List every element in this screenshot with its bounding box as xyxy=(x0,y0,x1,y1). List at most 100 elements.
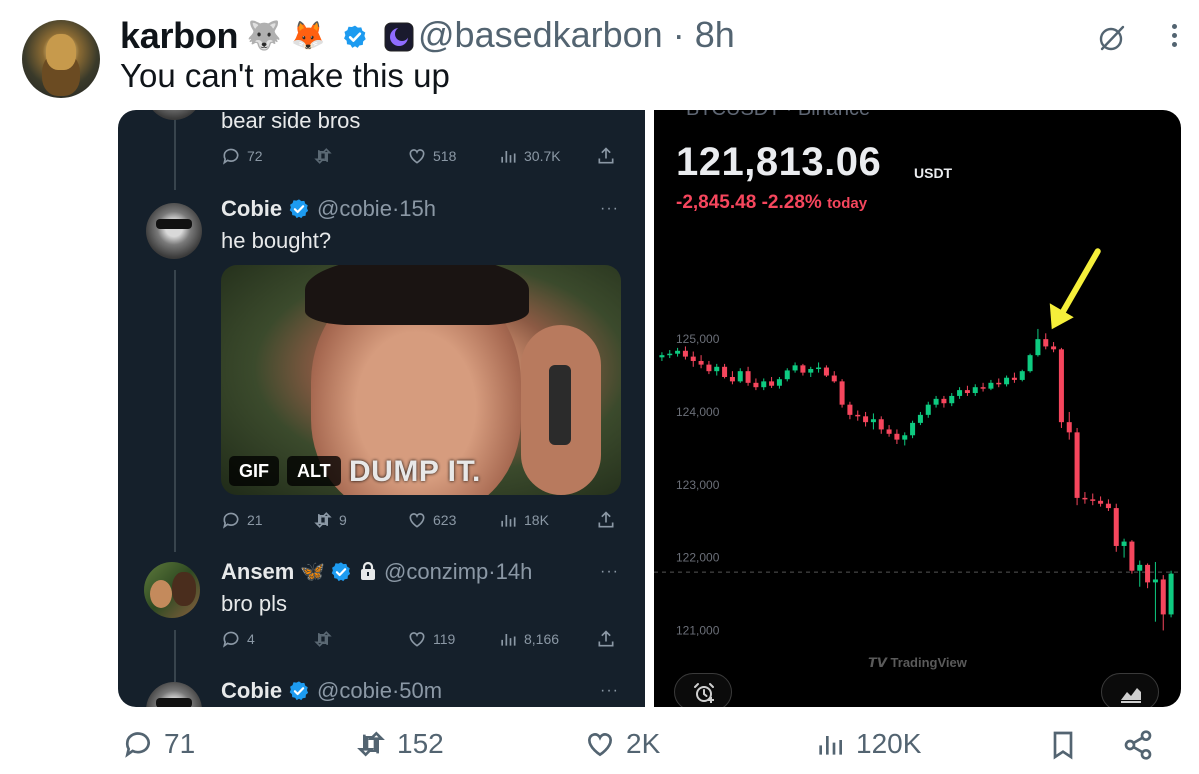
like-icon xyxy=(409,513,425,528)
like-button[interactable]: 623 xyxy=(407,510,456,530)
reply-action[interactable]: 71 xyxy=(122,728,195,760)
repost-icon xyxy=(357,731,385,757)
views-button[interactable]: 30.7K xyxy=(498,146,561,166)
reply-icon xyxy=(125,732,150,758)
repost-button[interactable]: 9 xyxy=(313,510,347,530)
candle-body xyxy=(980,387,986,389)
reply-button[interactable]: 21 xyxy=(221,510,263,530)
like-action[interactable]: 2K xyxy=(584,728,660,760)
gif-media[interactable]: DUMP IT. GIF ALT xyxy=(221,265,621,495)
chart-type-button[interactable] xyxy=(1101,673,1159,707)
verified-badge-icon xyxy=(289,199,309,219)
candle-body xyxy=(910,422,916,436)
candle-body xyxy=(1043,339,1049,347)
candlestick-chart[interactable]: 125,000 124,000 123,000 122,000 121,000 xyxy=(654,110,1181,707)
reply-button[interactable]: 4 xyxy=(221,629,255,649)
candle-body xyxy=(682,350,688,357)
wolf-emoji: 🐺 xyxy=(246,20,282,51)
ansem-time[interactable]: 14h xyxy=(496,559,533,584)
ansem-handle-line[interactable]: @conzimp·14h xyxy=(384,559,532,585)
candle-body xyxy=(745,371,751,383)
share-icon[interactable] xyxy=(596,146,616,166)
views-action[interactable]: 120K xyxy=(814,728,921,760)
repost-action[interactable]: 152 xyxy=(355,728,444,760)
candle-body xyxy=(1027,355,1033,372)
ansem-handle[interactable]: @conzimp xyxy=(384,559,488,584)
share-icon[interactable] xyxy=(1122,729,1154,761)
cobie-handle[interactable]: @cobie xyxy=(317,678,392,703)
candle-body xyxy=(729,377,735,382)
candle-body xyxy=(996,382,1002,385)
reply-text: bear side bros xyxy=(221,110,361,133)
cobie-handle-line[interactable]: @cobie·15h xyxy=(317,196,436,222)
cobie-avatar[interactable] xyxy=(146,203,202,259)
candle-body xyxy=(925,404,931,415)
reply-icon xyxy=(223,512,239,529)
candle-body xyxy=(761,381,767,388)
embedded-thread-screenshot[interactable]: bear side bros 72 518 30.7K Cobie @cobie… xyxy=(118,110,645,707)
like-button[interactable]: 518 xyxy=(407,146,456,166)
like-icon xyxy=(409,149,425,164)
candle-body xyxy=(988,382,994,389)
views-icon xyxy=(501,151,516,163)
candle-body xyxy=(722,366,728,377)
ansem-avatar[interactable] xyxy=(144,562,200,618)
cobie-time[interactable]: 15h xyxy=(399,196,436,221)
views-button[interactable]: 18K xyxy=(498,510,549,530)
cobie-handle[interactable]: @cobie xyxy=(317,196,392,221)
cobie-avatar[interactable] xyxy=(146,682,202,707)
repost-count: 152 xyxy=(397,728,444,759)
grok-icon[interactable] xyxy=(1096,22,1128,54)
more-icon[interactable] xyxy=(1165,20,1183,56)
cobie-name[interactable]: Cobie xyxy=(221,678,282,704)
author-handle[interactable]: @basedkarbon xyxy=(418,14,663,55)
gif-caption: DUMP IT. xyxy=(349,455,481,488)
like-count: 518 xyxy=(433,148,457,164)
repost-button[interactable] xyxy=(313,146,339,166)
cobie-name[interactable]: Cobie xyxy=(221,196,282,222)
candle-body xyxy=(1004,377,1010,385)
ansem-reply-text: bro pls xyxy=(221,591,288,616)
candle-body xyxy=(776,379,782,386)
repost-button[interactable] xyxy=(313,629,339,649)
cobie-time[interactable]: 50m xyxy=(399,678,442,703)
more-dots-icon[interactable]: ··· xyxy=(600,200,619,218)
author-avatar[interactable] xyxy=(22,20,100,98)
candle-body xyxy=(714,366,720,372)
annotation-arrow-shaft xyxy=(1056,248,1101,321)
author-display-name[interactable]: karbon xyxy=(120,15,239,57)
more-dots-icon[interactable]: ··· xyxy=(600,682,619,700)
views-button[interactable]: 8,166 xyxy=(498,629,559,649)
views-count: 120K xyxy=(856,728,922,759)
phone-image xyxy=(549,365,571,445)
views-icon xyxy=(819,736,842,755)
author-handle-line[interactable]: @basedkarbon · 8h xyxy=(418,14,735,56)
verified-badge-icon[interactable] xyxy=(342,24,368,50)
candle-body xyxy=(917,414,923,423)
post-time[interactable]: 8h xyxy=(695,14,735,55)
embedded-price-chart-screenshot[interactable]: BTCUSDT · Binance 121,813.06 USDT -2,845… xyxy=(654,110,1181,707)
candle-body xyxy=(894,433,900,440)
share-icon[interactable] xyxy=(596,629,616,649)
annotation-arrow-head xyxy=(1049,303,1074,330)
candle-body xyxy=(1145,564,1151,583)
bookmark-icon[interactable] xyxy=(1047,729,1079,761)
more-dots-icon[interactable]: ··· xyxy=(600,563,619,581)
like-icon xyxy=(587,733,613,757)
alt-badge[interactable]: ALT xyxy=(287,456,341,486)
reply-avatar[interactable] xyxy=(146,110,202,120)
share-icon[interactable] xyxy=(596,510,616,530)
candle-body xyxy=(1121,541,1127,546)
ansem-name[interactable]: Ansem xyxy=(221,559,294,585)
candle-body xyxy=(1160,579,1166,615)
verified-badge-icon xyxy=(289,681,309,701)
reply-button[interactable]: 72 xyxy=(221,146,263,166)
alert-button[interactable] xyxy=(674,673,732,707)
affiliate-badge-icon[interactable] xyxy=(384,22,414,52)
y-tick-label: 122,000 xyxy=(676,551,720,565)
like-button[interactable]: 119 xyxy=(407,629,455,649)
views-count: 18K xyxy=(524,512,549,528)
cobie-handle-line[interactable]: @cobie·50m xyxy=(317,678,442,704)
candle-body xyxy=(949,395,955,404)
reply-count: 21 xyxy=(247,512,263,528)
